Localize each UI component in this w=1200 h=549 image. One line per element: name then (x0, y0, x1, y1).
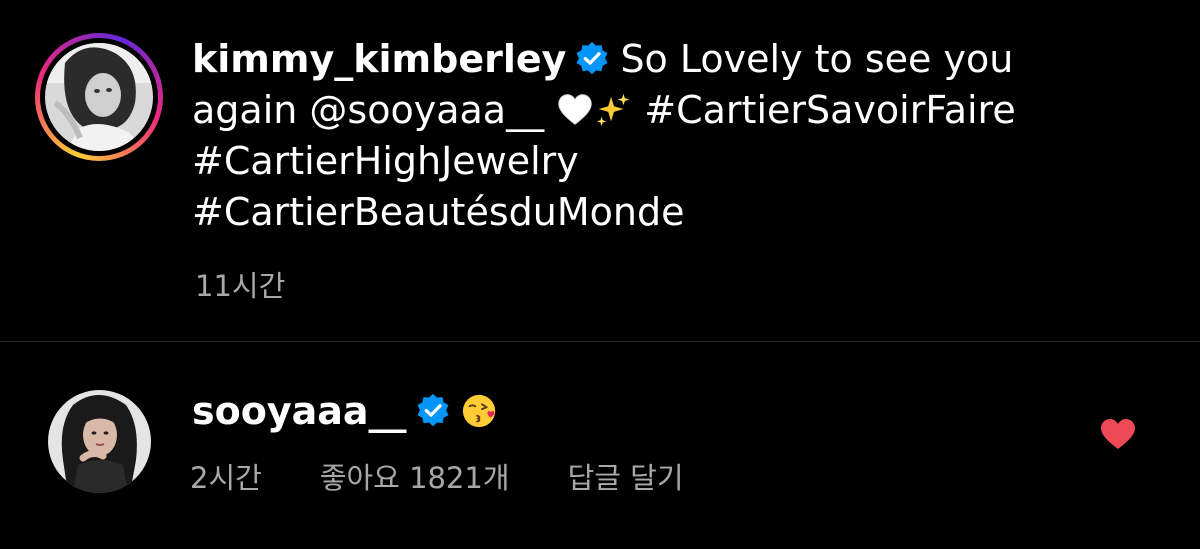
caption-line-2-prefix: again (192, 88, 310, 132)
sparkles-icon (594, 91, 632, 129)
reply-button[interactable]: 답글 달기 (568, 455, 684, 497)
caption-line-1: So Lovely to see you (620, 37, 1014, 81)
caption-comment: kimmy_kimberley So Lovely to see you agai… (0, 0, 1200, 340)
comment-row: sooyaaa__ 2시간 좋아요 1821개 답글 달기 (0, 342, 1200, 549)
kissing-face-icon (461, 392, 499, 430)
avatar[interactable] (48, 390, 151, 493)
white-heart-icon (556, 91, 594, 129)
story-ring[interactable] (35, 33, 163, 161)
verified-badge-icon (574, 41, 610, 77)
username-link[interactable]: sooyaaa__ (192, 389, 407, 433)
avatar[interactable] (45, 43, 153, 151)
likes-count-link[interactable]: 좋아요 1821개 (320, 455, 510, 497)
hashtag-link[interactable]: #CartierHighJewelry (192, 139, 579, 183)
comment-text: sooyaaa__ (192, 386, 499, 436)
username-link[interactable]: kimmy_kimberley (192, 37, 566, 81)
verified-badge-icon (415, 393, 451, 429)
avatar-photo-sooyaaa (48, 390, 151, 493)
timestamp: 2시간 (190, 461, 262, 495)
hashtag-link[interactable]: #CartierSavoirFaire (644, 88, 1015, 132)
like-heart-icon[interactable] (1100, 418, 1136, 450)
hashtag-link[interactable]: #CartierBeautésduMonde (192, 190, 684, 234)
comment-meta: 2시간 좋아요 1821개 답글 달기 (190, 455, 684, 497)
avatar-photo-kimmy (45, 43, 153, 151)
mention-link[interactable]: @sooyaaa__ (309, 88, 544, 132)
timestamp: 11시간 (195, 269, 286, 303)
caption-text: kimmy_kimberley So Lovely to see you agai… (192, 34, 1152, 238)
